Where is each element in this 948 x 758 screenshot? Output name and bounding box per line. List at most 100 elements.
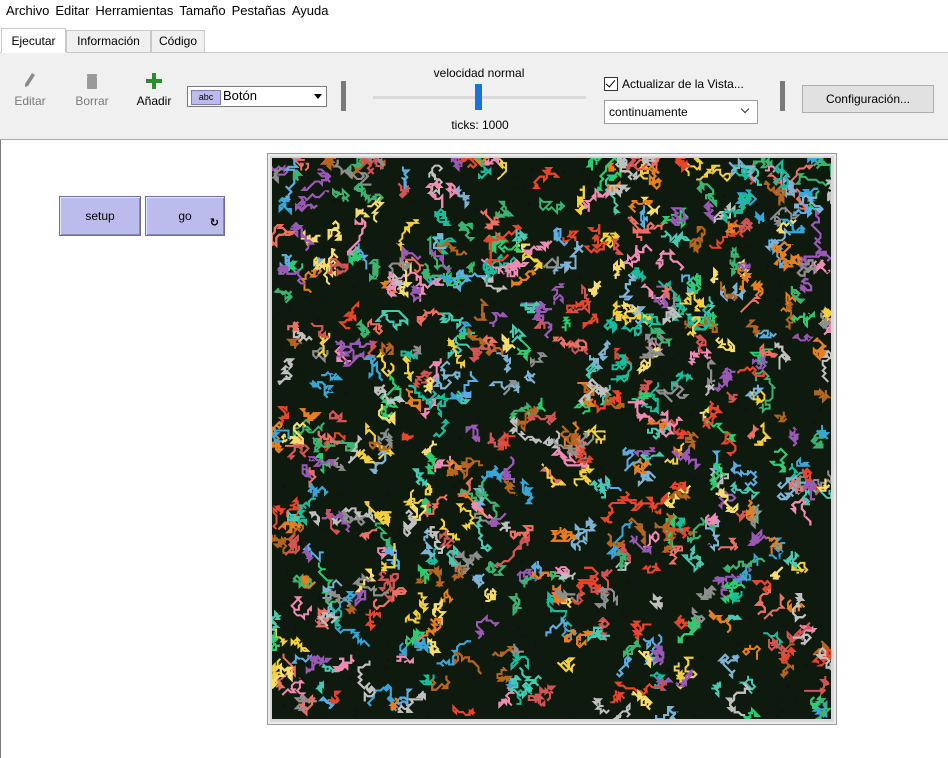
trail [495, 200, 515, 218]
trail [417, 592, 430, 614]
trail [574, 522, 588, 551]
menu-pestanas[interactable]: Pestañas [229, 0, 289, 22]
update-view-label: Actualizar de la Vista... [622, 77, 744, 91]
trail [416, 617, 442, 642]
pencil-icon [20, 72, 40, 90]
delete-button[interactable]: Borrar [70, 72, 114, 108]
menu-archivo[interactable]: Archivo [0, 0, 52, 22]
turtle [339, 276, 343, 280]
trail [457, 220, 476, 242]
trail [668, 480, 691, 491]
trail [641, 562, 662, 574]
tab-informacion[interactable]: Información [66, 30, 151, 52]
trail [395, 219, 421, 251]
turtle [449, 644, 453, 648]
trail [629, 620, 652, 642]
turtle [463, 178, 467, 182]
turtle [324, 249, 328, 253]
menu-ayuda[interactable]: Ayuda [289, 0, 332, 22]
settings-button[interactable]: Configuración... [802, 85, 934, 113]
trail [813, 387, 831, 404]
trail [632, 447, 657, 458]
turtle [328, 370, 332, 374]
trail [332, 654, 355, 673]
turtle [379, 317, 383, 321]
turtle [777, 698, 781, 702]
turtle [513, 186, 517, 190]
edit-button[interactable]: Editar [10, 72, 50, 108]
trail [438, 312, 464, 330]
trail [649, 592, 664, 611]
turtle [309, 462, 313, 466]
trail [578, 432, 595, 451]
trail [290, 635, 311, 653]
turtle [582, 597, 586, 601]
tab-codigo[interactable]: Código [151, 30, 205, 52]
turtle [793, 197, 797, 201]
trail [550, 527, 578, 542]
turtle [571, 409, 575, 413]
turtle [674, 256, 678, 260]
trail [696, 179, 717, 208]
turtle [695, 431, 699, 435]
trail [411, 468, 428, 488]
turtle [565, 547, 569, 551]
trail [354, 590, 367, 608]
trail [470, 573, 485, 589]
turtle [724, 413, 728, 417]
turtle [633, 214, 637, 218]
trail [358, 526, 378, 542]
menu-editar[interactable]: Editar [52, 0, 92, 22]
turtle [450, 335, 454, 339]
turtle [371, 454, 375, 458]
trail [552, 226, 569, 247]
trail [272, 609, 282, 631]
trail [613, 258, 626, 279]
turtle [744, 423, 748, 427]
turtle [580, 423, 584, 427]
speed-slider-thumb[interactable] [475, 84, 482, 110]
trail [459, 457, 484, 481]
trail [332, 187, 350, 202]
trail [396, 688, 413, 707]
turtle [599, 466, 603, 470]
widget-type-select[interactable]: abc Botón [187, 86, 327, 107]
trail [646, 418, 667, 432]
update-mode-select[interactable]: continuamente [604, 100, 758, 124]
update-view-toggle[interactable]: Actualizar de la Vista... [604, 77, 744, 91]
menu-herramientas[interactable]: Herramientas [92, 0, 176, 22]
turtle [483, 505, 487, 509]
trail [821, 349, 831, 383]
trail [631, 689, 654, 711]
trail [539, 196, 566, 216]
trail [290, 596, 312, 621]
update-view-checkbox[interactable] [604, 77, 618, 91]
world-view[interactable] [272, 158, 831, 719]
turtle [649, 436, 653, 440]
turtle [611, 217, 615, 221]
trail [798, 276, 813, 294]
turtle [715, 317, 719, 321]
trail [573, 464, 595, 487]
trail [328, 690, 342, 705]
turtle [513, 176, 517, 180]
turtle [445, 367, 449, 371]
turtle [805, 513, 809, 517]
trail [521, 240, 553, 256]
trail [711, 681, 722, 698]
turtle [629, 528, 633, 532]
turtle [783, 379, 787, 383]
turtle [404, 442, 408, 446]
dropdown-arrow-icon [314, 94, 322, 99]
turtle [738, 608, 742, 612]
trail [439, 360, 461, 381]
add-button[interactable]: Añadir [132, 72, 176, 108]
trail [399, 642, 407, 659]
turtle [481, 522, 485, 526]
tab-ejecutar[interactable]: Ejecutar [1, 28, 66, 53]
menu-tamano[interactable]: Tamaño [176, 0, 228, 22]
setup-button[interactable]: setup [59, 196, 141, 236]
go-button[interactable]: go ↻ [145, 196, 225, 236]
turtle [725, 516, 729, 520]
trail [580, 187, 612, 212]
